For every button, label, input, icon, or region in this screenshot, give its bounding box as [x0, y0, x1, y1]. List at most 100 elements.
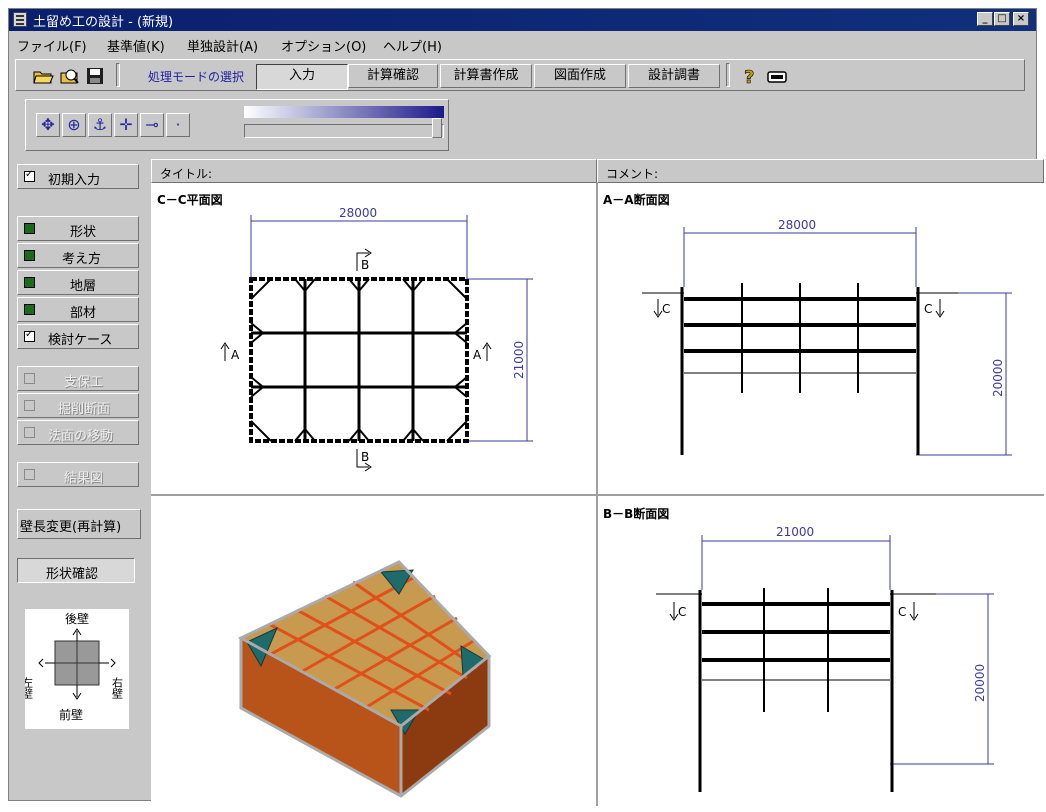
wall-diagram: 後壁 前壁 左壁 右壁 [21, 609, 129, 729]
aa-mark-c-right: C [924, 302, 932, 316]
sidebar-item-shoring: 支保工 [17, 366, 139, 391]
menu-help[interactable]: ヘルプ(H) [383, 36, 442, 55]
sidebar-item-slope: 法面の移動 [17, 420, 139, 445]
bb-mark-c-left: C [678, 605, 686, 619]
title-header: タイトル: [151, 159, 597, 183]
sidebar: 初期入力 形状 考え方 地層 部材 検討ケース 支保工 掘削断面 [17, 164, 144, 794]
sidebar-item-members[interactable]: 部材 [17, 297, 139, 322]
status-icon [24, 223, 35, 234]
sidebar-item-label: 検討ケース [48, 333, 113, 348]
mode-calc-check-button[interactable]: 計算確認 [348, 64, 438, 88]
mode-drawing-button[interactable]: 図面作成 [534, 64, 626, 88]
minimize-button[interactable]: _ [977, 12, 993, 26]
app-icon[interactable] [13, 12, 27, 27]
bb-mark-c-right: C [898, 605, 906, 619]
status-icon [24, 427, 35, 438]
back-wall-label: 後壁 [65, 611, 89, 626]
close-button[interactable]: × [1013, 12, 1029, 26]
menu-single-design[interactable]: 単独設計(A) [187, 36, 258, 55]
sidebar-item-strata[interactable]: 地層 [17, 270, 139, 295]
recalc-button[interactable]: 壁長変更(再計算) [17, 509, 141, 539]
slider-gradient [244, 106, 444, 118]
bb-depth-label: 20000 [973, 664, 987, 702]
print-preview-icon[interactable] [58, 65, 80, 87]
section-mark-a-left: A [231, 348, 240, 362]
title-header-label: タイトル: [160, 167, 213, 181]
front-wall-label: 前壁 [59, 707, 83, 722]
right-wall-label: 右壁 [111, 676, 124, 699]
sidebar-item-excavation: 掘削断面 [17, 393, 139, 418]
checkbox-icon [24, 169, 35, 182]
wall-diagram-svg: 後壁 前壁 左壁 右壁 [21, 611, 124, 722]
save-icon[interactable] [84, 65, 106, 87]
drawing-area: タイトル: コメント: C－C平面図 28000 21000 B B A A A… [151, 159, 1044, 806]
3d-model-view[interactable] [151, 496, 596, 806]
aa-width-label: 28000 [778, 218, 816, 232]
sidebar-item-shape[interactable]: 形状 [17, 216, 139, 241]
app-window: 土留め工の設計 - (新規) _ □ × ファイル(F) 基準値(K) 単独設計… [8, 8, 1044, 806]
comment-header: コメント: [597, 159, 1044, 183]
sidebar-item-label: 法面の移動 [48, 429, 114, 444]
dot-icon[interactable]: · [166, 113, 190, 137]
plan-height-label: 21000 [512, 341, 526, 379]
sidebar-item-result: 結果図 [17, 462, 139, 487]
slider-track[interactable] [244, 124, 444, 138]
status-icon [24, 373, 35, 384]
sidebar-item-label: 形状 [70, 225, 97, 240]
mode-design-summary-button[interactable]: 設計調書 [628, 64, 720, 88]
sidebar-item-label: 掘削断面 [58, 402, 111, 417]
status-icon [24, 304, 35, 315]
section-aa-view[interactable]: 28000 20000 C C [598, 183, 1044, 494]
menu-bar: ファイル(F) 基準値(K) 単独設計(A) オプション(O) ヘルプ(H) [9, 32, 1036, 55]
sidebar-item-cases[interactable]: 検討ケース [17, 324, 139, 349]
window-title: 土留め工の設計 - (新規) [33, 15, 174, 30]
mode-select-label: 処理モードの選択 [148, 70, 245, 84]
status-icon [24, 469, 35, 480]
initial-input-button[interactable]: 初期入力 [17, 164, 139, 189]
svg-text:?: ? [744, 67, 754, 87]
slider-thumb[interactable] [432, 118, 442, 138]
left-wall-label: 左壁 [25, 677, 34, 699]
move-icon[interactable]: ✛ [114, 113, 138, 137]
keyboard-icon[interactable] [766, 65, 788, 87]
menu-file[interactable]: ファイル(F) [17, 36, 87, 55]
view-slider[interactable] [244, 106, 444, 146]
shape-check-label: 形状確認 [46, 567, 99, 582]
status-icon [24, 250, 35, 261]
maximize-button[interactable]: □ [994, 12, 1010, 26]
sidebar-item-label: 結果図 [64, 471, 104, 486]
sidebar-item-label: 考え方 [62, 252, 102, 267]
toolbar-separator [116, 63, 120, 87]
help-icon[interactable]: ? [740, 65, 762, 89]
section-bb-view[interactable]: 21000 20000 C C [598, 496, 1044, 806]
aa-depth-label: 20000 [991, 359, 1005, 397]
zoom-icon[interactable]: ⊕ [62, 113, 86, 137]
anchor-icon[interactable]: ⚓ [88, 113, 112, 137]
menu-options[interactable]: オプション(O) [281, 36, 366, 55]
section-mark-a-right: A [473, 348, 482, 362]
sidebar-item-concept[interactable]: 考え方 [17, 243, 139, 268]
plan-width-label: 28000 [339, 206, 377, 220]
main-toolbar: 処理モードの選択 入力 計算確認 計算書作成 図面作成 設計調書 ? [15, 59, 1025, 91]
sidebar-item-label: 支保工 [64, 375, 104, 390]
plan-view[interactable]: 28000 21000 B B A A [151, 183, 596, 494]
rotate-icon[interactable]: ✥ [36, 113, 60, 137]
mode-report-button[interactable]: 計算書作成 [440, 64, 532, 88]
recalc-label: 壁長変更(再計算) [20, 520, 122, 535]
view-toolbar: ✥ ⊕ ⚓ ✛ ⊸ · [25, 99, 449, 151]
shape-check-box[interactable]: 形状確認 [17, 558, 135, 583]
menu-standard-values[interactable]: 基準値(K) [107, 36, 165, 55]
status-icon [24, 277, 35, 288]
open-folder-icon[interactable] [32, 65, 54, 87]
checkbox-icon [24, 329, 35, 342]
initial-input-label: 初期入力 [48, 173, 101, 188]
section-mark-b-bottom: B [361, 450, 369, 464]
section-mark-b-top: B [361, 258, 369, 272]
sidebar-item-label: 部材 [70, 306, 97, 321]
pan-icon[interactable]: ⊸ [140, 113, 164, 137]
status-icon [24, 400, 35, 411]
mode-input-button[interactable]: 入力 [256, 64, 348, 90]
toolbar-separator-2 [726, 63, 730, 87]
title-bar[interactable]: 土留め工の設計 - (新規) _ □ × [9, 9, 1036, 31]
comment-header-label: コメント: [606, 167, 659, 181]
